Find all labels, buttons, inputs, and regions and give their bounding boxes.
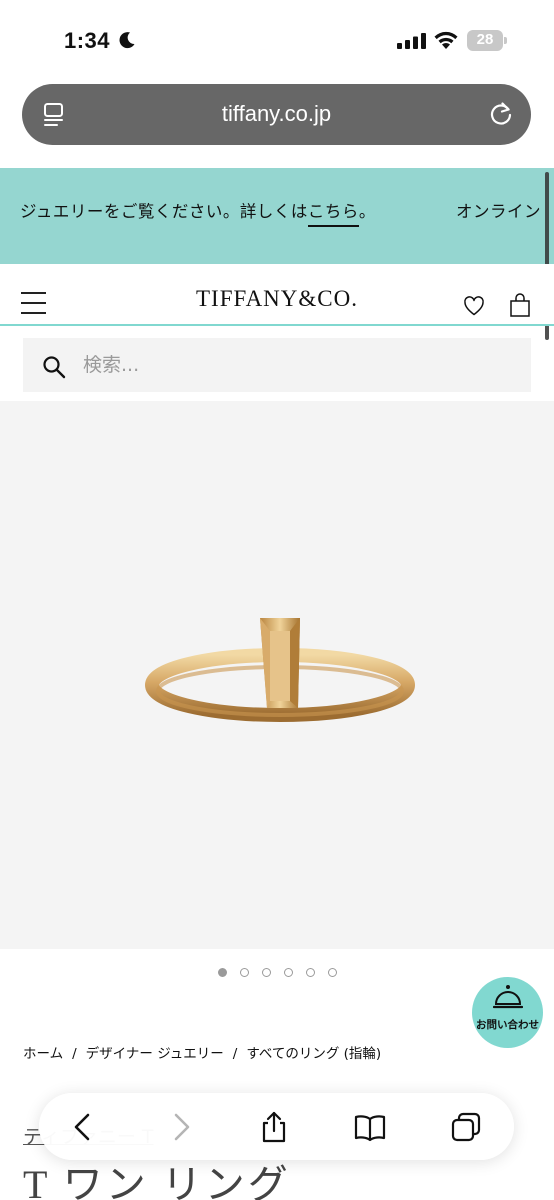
breadcrumb: ホーム / デザイナー ジュエリー / すべてのリング (指輪) [23,1042,381,1062]
breadcrumb-item[interactable]: ホーム [23,1046,63,1062]
carousel-dot[interactable] [327,968,337,977]
tabs-icon[interactable] [450,1111,482,1143]
status-time: 1:34 [64,28,111,53]
carousel-dots [0,962,554,977]
status-bar: 1:34 28 [0,0,554,80]
back-icon[interactable] [67,1111,99,1143]
address-bar[interactable]: tiffany.co.jp [22,84,531,145]
breadcrumb-separator: / [72,1046,77,1062]
carousel-dot[interactable] [217,968,227,977]
contact-label: お問い合わせ [476,1019,539,1031]
search-input[interactable] [83,338,503,392]
forward-icon[interactable] [165,1111,197,1143]
browser-toolbar [39,1093,514,1160]
banner-message: ジュエリーをご覧ください。詳しくはこちら。 [20,198,376,227]
battery-indicator: 28 [467,30,507,51]
carousel-dot[interactable] [283,968,293,977]
search-bar[interactable] [23,338,531,392]
reload-icon[interactable] [487,100,515,128]
address-url[interactable]: tiffany.co.jp [22,101,531,127]
bookmarks-icon[interactable] [354,1111,386,1143]
product-image[interactable] [0,401,554,949]
cellular-signal-icon [397,33,426,49]
carousel-dot[interactable] [305,968,315,977]
wifi-icon [434,31,458,49]
service-bell-icon [493,985,523,1009]
breadcrumb-item[interactable]: すべてのリング (指輪) [246,1046,381,1062]
battery-level: 28 [476,31,494,48]
moon-icon [119,32,135,49]
breadcrumb-separator: / [232,1046,238,1062]
site-header: TIFFANY&CO. [0,264,554,326]
ring-image [145,618,415,722]
search-icon[interactable] [42,355,66,379]
heart-icon[interactable] [463,295,485,317]
banner-link[interactable]: こちら [307,202,359,227]
bag-icon[interactable] [509,293,531,317]
banner-text-after: 。 [358,202,376,221]
carousel-dot[interactable] [261,968,271,977]
announcement-banner: ジュエリーをご覧ください。詳しくはこちら。 オンライン [0,168,554,264]
banner-text-before: ジュエリーをご覧ください。詳しくは [20,202,308,221]
breadcrumb-item[interactable]: デザイナー ジュエリー [86,1046,224,1062]
carousel-dot[interactable] [239,968,249,977]
contact-button[interactable]: お問い合わせ [472,977,543,1048]
banner-next-message: オンライン [456,202,541,221]
share-icon[interactable] [258,1111,290,1143]
